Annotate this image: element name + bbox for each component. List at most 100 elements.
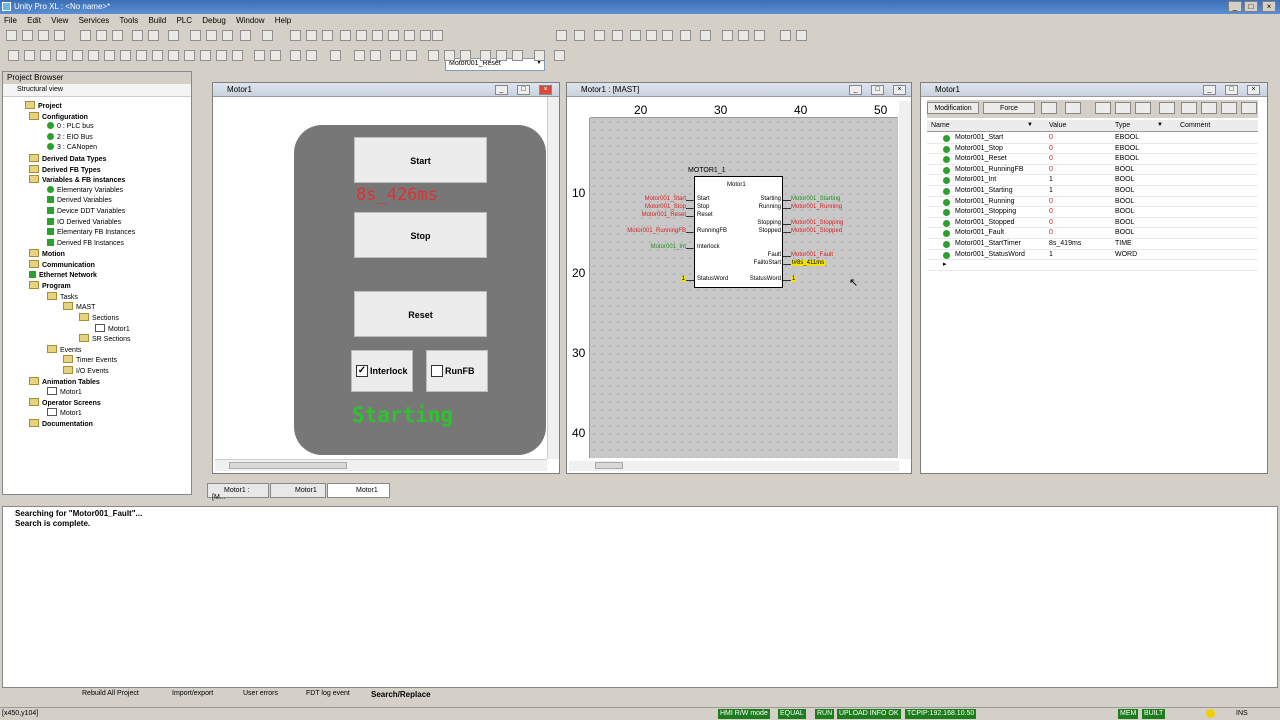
grid-toggle-icon[interactable] [534,50,545,61]
doc-tab-screen[interactable]: Motor1 [327,483,390,498]
slider-tool-icon[interactable] [232,50,243,61]
window-icon[interactable] [700,30,711,41]
text-icon[interactable] [104,50,115,61]
mod-0-icon[interactable] [1221,102,1237,114]
cut-icon[interactable] [80,30,91,41]
fbd-close-button[interactable]: × [893,85,906,95]
tree-item[interactable]: Motor1 [95,323,130,335]
horizontal-scrollbar[interactable] [215,459,547,471]
tree-item[interactable]: Elementary Variables [47,185,123,196]
tree-item[interactable]: 2 : EIO Bus [47,132,93,143]
start-button[interactable]: Start [354,137,487,183]
cell-value[interactable]: 0 [1049,197,1053,207]
table-row[interactable]: Motor001_Start 0 EBOOL [927,133,1258,144]
tile-v-icon[interactable] [754,30,765,41]
tree-item[interactable]: Device DDT Variables [47,207,125,217]
tree-item[interactable]: Motor1 [47,408,82,419]
diag-icon[interactable] [646,30,657,41]
fb-output-variable[interactable]: Motor001_Stopping [791,220,843,226]
cell-value[interactable]: 1 [1049,175,1053,185]
menu-file[interactable]: File [0,14,21,25]
table-row[interactable]: Motor001_Fault 0 BOOL [927,228,1258,239]
fb-input-variable[interactable]: Motor001_Int [651,244,686,250]
tab-user-errors[interactable]: User errors [243,690,278,697]
tree-item[interactable]: MAST [63,302,95,313]
table-row[interactable]: Motor001_Running 0 BOOL [927,197,1258,208]
redo-icon[interactable] [148,30,159,41]
force-button[interactable]: Force [983,102,1035,114]
back-icon[interactable] [406,50,417,61]
fbd-minimize-button[interactable]: _ [849,85,862,95]
tree-item[interactable]: 3 : CANopen [47,143,97,153]
step-icon[interactable] [420,30,431,41]
table-row[interactable]: Motor001_Stopping 0 BOOL [927,207,1258,218]
fbd-vertical-scrollbar[interactable] [899,101,911,459]
check-tool-icon[interactable] [152,50,163,61]
front-icon[interactable] [390,50,401,61]
find-icon[interactable] [190,30,201,41]
fb-input-variable[interactable]: Motor001_Start [645,196,686,202]
button-tool-icon[interactable] [136,50,147,61]
tree-item[interactable]: Timer Events [63,355,117,366]
pointer-icon[interactable] [8,50,19,61]
ungroup-icon[interactable] [370,50,381,61]
menu-plc[interactable]: PLC [172,14,196,25]
align-center-icon[interactable] [270,50,281,61]
align-mid-icon[interactable] [330,50,341,61]
watch-icon[interactable] [372,30,383,41]
space-h-icon[interactable] [480,50,491,61]
tab-fdt-log[interactable]: FDT log event [306,690,350,697]
menu-debug[interactable]: Debug [198,14,230,25]
curve-icon[interactable] [72,50,83,61]
sort-chevron-icon[interactable]: ▼ [1027,120,1033,131]
screen-icon[interactable] [388,30,399,41]
tree-item[interactable]: SR Sections [79,334,131,345]
force-1-icon[interactable] [1095,102,1111,114]
fb-output-variable[interactable]: Motor001_Starting [791,196,840,202]
cell-value[interactable]: 0 [1049,165,1053,175]
group-icon[interactable] [354,50,365,61]
column-name[interactable]: Name [931,120,950,131]
window-minimize-button[interactable]: _ [495,85,508,95]
cell-value[interactable]: 0 [1049,154,1053,164]
cell-value[interactable]: 1 [1049,250,1053,260]
animation-icon[interactable] [340,30,351,41]
fb-output-variable[interactable]: Motor001_Running [791,204,842,210]
table-row[interactable]: Motor001_RunningFB 0 BOOL [927,165,1258,176]
doc-tab-anim[interactable]: Motor1 [270,483,326,498]
align-top-icon[interactable] [306,50,317,61]
scrollbar-thumb[interactable] [229,462,347,469]
copy-icon[interactable] [96,30,107,41]
fb-output-variable[interactable]: 1 [791,276,797,282]
fbd-horizontal-scrollbar[interactable] [569,461,899,471]
transfer-icon[interactable] [262,30,273,41]
refresh-icon[interactable] [662,30,673,41]
tree-item[interactable]: Ethernet Network [29,270,97,281]
align-right-icon[interactable] [290,50,301,61]
center-h-icon[interactable] [512,50,523,61]
align-left-icon[interactable] [254,50,265,61]
bar-tool-icon[interactable] [184,50,195,61]
menu-edit[interactable]: Edit [23,14,45,25]
type-chevron-icon[interactable]: ▼ [1157,120,1163,131]
cell-value[interactable]: 1 [1049,186,1053,196]
cell-value[interactable]: 0 [1049,218,1053,228]
reset-icon[interactable] [1065,102,1081,114]
mod-1-icon[interactable] [1201,102,1217,114]
rectangle-icon[interactable] [40,50,51,61]
save-icon[interactable] [38,30,49,41]
tree-item[interactable]: Derived Variables [47,196,112,206]
replace-icon[interactable] [206,30,217,41]
help-icon[interactable] [780,30,791,41]
line-icon[interactable] [24,50,35,61]
menu-tools[interactable]: Tools [116,14,143,25]
init-icon[interactable] [322,30,333,41]
cell-value[interactable]: 8s_419ms [1049,239,1081,249]
breakpoint-icon[interactable] [404,30,415,41]
cascade-icon[interactable] [722,30,733,41]
undo-icon[interactable] [132,30,143,41]
menu-services[interactable]: Services [75,14,114,25]
tree-item[interactable]: Program [29,281,71,292]
set-icon[interactable] [1041,102,1057,114]
interlock-checkbox[interactable]: ✓ Interlock [351,350,413,392]
